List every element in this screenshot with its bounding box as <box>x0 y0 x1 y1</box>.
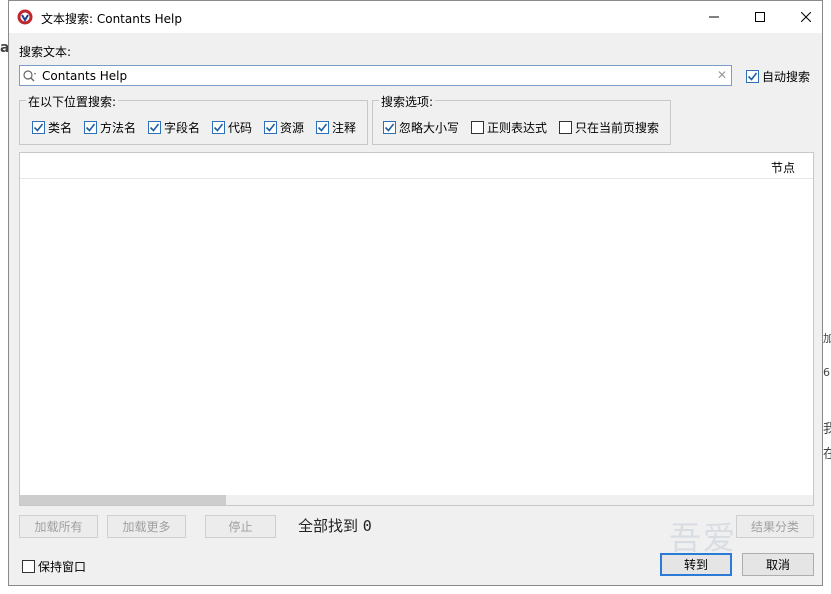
checkbox-checked-icon <box>212 121 225 134</box>
search-input[interactable]: Contants Help ✕ <box>19 65 732 86</box>
background-strip <box>0 586 831 594</box>
checkbox-checked-icon <box>316 121 329 134</box>
results-header: 节点 <box>20 153 813 179</box>
group-results-button[interactable]: 结果分类 <box>736 515 814 538</box>
found-label: 全部找到 <box>298 517 359 535</box>
maximize-icon <box>755 12 765 22</box>
keep-window-checkbox[interactable]: 保持窗口 <box>22 558 86 575</box>
minimize-icon <box>709 16 719 18</box>
checkbox-unchecked-icon <box>471 121 484 134</box>
window-title: 文本搜索: Contants Help <box>41 12 182 26</box>
horizontal-scrollbar[interactable] <box>20 495 813 505</box>
checkbox-checked-icon <box>383 121 396 134</box>
option-comments[interactable]: 注释 <box>316 119 356 136</box>
option-label: 代码 <box>228 121 253 135</box>
background-text: 6 <box>823 366 830 379</box>
option-class-name[interactable]: 类名 <box>32 119 72 136</box>
option-regex[interactable]: 正则表达式 <box>471 119 547 136</box>
search-options-title: 搜索选项: <box>379 93 436 110</box>
search-in-title: 在以下位置搜索: <box>26 93 119 110</box>
option-label: 方法名 <box>100 121 137 135</box>
load-more-button[interactable]: 加载更多 <box>107 515 186 538</box>
background-text: 在 <box>823 447 831 462</box>
checkbox-unchecked-icon <box>22 560 35 573</box>
option-label: 资源 <box>280 121 305 135</box>
background-window-left: a <box>0 0 9 594</box>
search-text-label: 搜索文本: <box>19 45 72 59</box>
text-search-dialog: 文本搜索: Contants Help 搜索文本: Contants Help … <box>8 0 823 586</box>
checkbox-unchecked-icon <box>559 121 572 134</box>
option-label: 类名 <box>48 121 73 135</box>
keep-window-label: 保持窗口 <box>38 560 87 574</box>
column-header-node[interactable]: 节点 <box>771 159 795 176</box>
option-resources[interactable]: 资源 <box>264 119 304 136</box>
cancel-button[interactable]: 取消 <box>742 553 814 576</box>
option-label: 忽略大小写 <box>399 121 460 135</box>
title-bar[interactable]: 文本搜索: Contants Help <box>9 1 822 33</box>
found-count: 0 <box>362 517 372 535</box>
option-label: 注释 <box>332 121 357 135</box>
results-list[interactable]: 节点 <box>19 152 814 506</box>
auto-search-checkbox[interactable]: 自动搜索 <box>746 68 810 85</box>
close-button[interactable] <box>783 1 829 33</box>
auto-search-label: 自动搜索 <box>762 70 811 84</box>
option-field-name[interactable]: 字段名 <box>148 119 200 136</box>
option-label: 只在当前页搜索 <box>575 121 660 135</box>
option-method-name[interactable]: 方法名 <box>84 119 136 136</box>
maximize-button[interactable] <box>737 1 783 33</box>
app-logo-icon <box>17 9 33 25</box>
checkbox-checked-icon <box>264 121 277 134</box>
option-code[interactable]: 代码 <box>212 119 252 136</box>
checkbox-checked-icon <box>148 121 161 134</box>
option-ignore-case[interactable]: 忽略大小写 <box>383 119 459 136</box>
checkbox-checked-icon <box>84 121 97 134</box>
clear-icon[interactable]: ✕ <box>717 68 727 82</box>
stop-button[interactable]: 停止 <box>205 515 276 538</box>
background-window-right: 加 6 我 在 <box>823 0 831 594</box>
minimize-button[interactable] <box>691 1 737 33</box>
option-label: 正则表达式 <box>487 121 548 135</box>
close-icon <box>801 12 811 22</box>
checkbox-checked-icon <box>746 70 759 83</box>
checkbox-checked-icon <box>32 121 45 134</box>
load-all-button[interactable]: 加载所有 <box>19 515 98 538</box>
option-label: 字段名 <box>164 121 201 135</box>
found-count-text: 全部找到 0 <box>298 515 372 536</box>
background-text: 我 <box>823 422 831 437</box>
scrollbar-thumb[interactable] <box>20 495 226 505</box>
search-icon <box>23 70 36 82</box>
goto-button[interactable]: 转到 <box>660 553 732 576</box>
background-text: 加 <box>823 332 831 345</box>
search-value: Contants Help <box>42 69 128 83</box>
option-current-page-only[interactable]: 只在当前页搜索 <box>559 119 659 136</box>
